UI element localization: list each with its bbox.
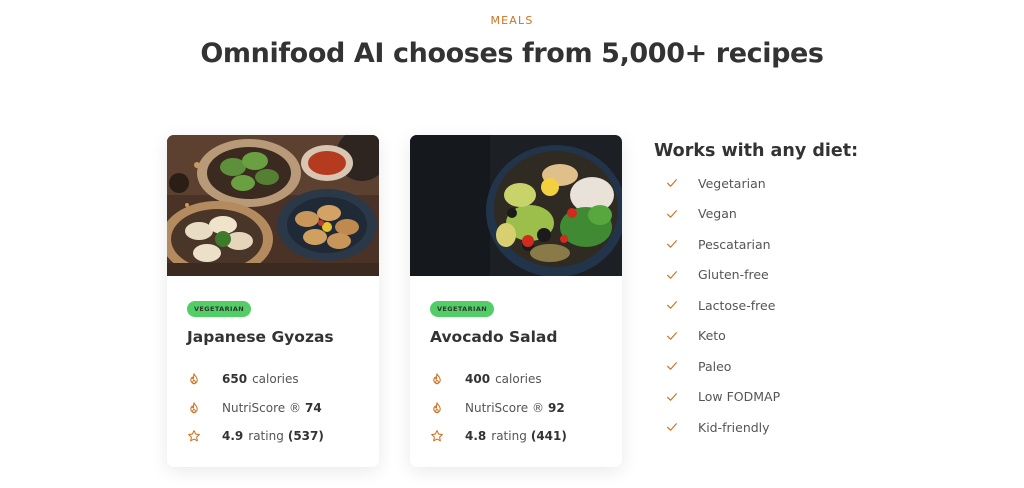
diet-item-label: Vegetarian: [698, 175, 766, 191]
diets-panel: Works with any diet: Vegetarian Vegan Pe…: [654, 141, 914, 443]
meal-card-avocado-salad[interactable]: VEGETARIAN Avocado Salad 400 calories Nu…: [410, 135, 622, 467]
nutriscore-label: NutriScore ®: [222, 400, 301, 415]
flame-icon: [187, 401, 201, 415]
flame-icon: [187, 372, 201, 386]
meal-calories: 650 calories: [187, 365, 379, 394]
meal-rating: 4.8 rating (441): [430, 422, 622, 451]
nutriscore-value: 92: [547, 400, 565, 415]
checkmark-icon: [665, 176, 679, 190]
rating-count: (441): [530, 429, 567, 444]
diet-item-gluten-free: Gluten-free: [654, 260, 914, 291]
rating-label: rating: [248, 429, 284, 444]
meal-title: Avocado Salad: [430, 328, 558, 346]
diet-item-label: Lactose-free: [698, 297, 776, 313]
section-heading: Omnifood AI chooses from 5,000+ recipes: [200, 38, 824, 69]
nutriscore-label: NutriScore ®: [465, 400, 544, 415]
star-icon: [187, 429, 201, 443]
nutriscore-value: 74: [304, 400, 322, 415]
checkmark-icon: [665, 237, 679, 251]
diet-item-vegetarian: Vegetarian: [654, 168, 914, 199]
diet-item-label: Vegan: [698, 206, 737, 222]
meal-image-avocado-salad: [410, 135, 622, 276]
meal-nutriscore: NutriScore ® 74: [187, 394, 379, 423]
diet-item-kid-friendly: Kid-friendly: [654, 412, 914, 443]
diet-item-low-fodmap: Low FODMAP: [654, 382, 914, 413]
diet-item-label: Keto: [698, 328, 726, 344]
rating-count: (537): [287, 429, 324, 444]
checkmark-icon: [665, 298, 679, 312]
meal-tag: VEGETARIAN: [430, 301, 495, 317]
diet-item-label: Paleo: [698, 358, 732, 374]
calories-label: calories: [252, 372, 299, 387]
meal-attributes: 650 calories NutriScore ® 74 4.9 rating …: [187, 365, 379, 451]
flame-icon: [430, 372, 444, 386]
diet-item-pescatarian: Pescatarian: [654, 229, 914, 260]
star-icon: [430, 429, 444, 443]
section-subheading: MEALS: [490, 14, 534, 27]
checkmark-icon: [665, 207, 679, 221]
flame-icon: [430, 401, 444, 415]
meal-image-gyozas: [167, 135, 379, 276]
checkmark-icon: [665, 420, 679, 434]
calories-value: 650: [222, 372, 248, 387]
calories-value: 400: [465, 372, 491, 387]
checkmark-icon: [665, 268, 679, 282]
meal-calories: 400 calories: [430, 365, 622, 394]
rating-value: 4.9: [222, 429, 244, 444]
diet-item-label: Low FODMAP: [698, 389, 781, 405]
rating-value: 4.8: [465, 429, 487, 444]
diets-list: Vegetarian Vegan Pescatarian Gluten-free…: [654, 168, 914, 443]
diet-item-keto: Keto: [654, 321, 914, 352]
checkmark-icon: [665, 359, 679, 373]
meal-rating: 4.9 rating (537): [187, 422, 379, 451]
calories-label: calories: [495, 372, 542, 387]
checkmark-icon: [665, 390, 679, 404]
diet-item-vegan: Vegan: [654, 199, 914, 230]
diet-item-paleo: Paleo: [654, 351, 914, 382]
meal-attributes: 400 calories NutriScore ® 92 4.8 rating …: [430, 365, 622, 451]
diet-item-label: Pescatarian: [698, 236, 771, 252]
diet-item-lactose-free: Lactose-free: [654, 290, 914, 321]
meal-title: Japanese Gyozas: [187, 328, 334, 346]
diet-item-label: Kid-friendly: [698, 419, 770, 435]
diets-title: Works with any diet:: [654, 141, 859, 161]
rating-label: rating: [491, 429, 527, 444]
diet-item-label: Gluten-free: [698, 267, 769, 283]
checkmark-icon: [665, 329, 679, 343]
meal-card-gyozas[interactable]: VEGETARIAN Japanese Gyozas 650 calories: [167, 135, 379, 467]
meal-nutriscore: NutriScore ® 92: [430, 394, 622, 423]
meal-tag: VEGETARIAN: [187, 301, 252, 317]
